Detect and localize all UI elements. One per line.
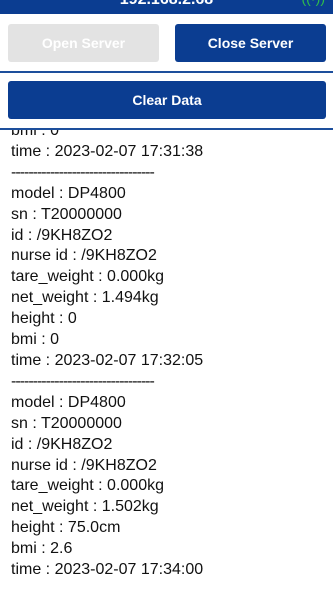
log-line: nurse id : /9KH8ZO2 bbox=[11, 247, 157, 265]
open-server-button[interactable]: Open Server bbox=[8, 24, 159, 62]
clear-data-button[interactable]: Clear Data bbox=[8, 81, 326, 119]
divider bbox=[0, 71, 333, 73]
log-line: bmi : 0 bbox=[11, 331, 60, 349]
log-line: height : 0 bbox=[11, 310, 77, 328]
log-line: tare_weight : 0.000kg bbox=[11, 268, 164, 286]
server-ip-address: 192.168.2.68 bbox=[0, 0, 333, 9]
log-line: time : 2023-02-07 17:32:05 bbox=[11, 351, 204, 369]
log-line: bmi : 0 bbox=[11, 130, 60, 139]
log-line: net_weight : 1.502kg bbox=[11, 498, 159, 516]
log-line: id : /9KH8ZO2 bbox=[11, 435, 113, 453]
log-separator: --------------------------------- bbox=[11, 163, 155, 181]
server-status-bar: 192.168.2.68 ((•)) bbox=[0, 0, 333, 14]
log-line: tare_weight : 0.000kg bbox=[11, 477, 164, 495]
log-line: time : 2023-02-07 17:31:38 bbox=[11, 142, 204, 160]
close-server-button[interactable]: Close Server bbox=[175, 24, 326, 62]
app-screen: 192.168.2.68 ((•)) Open Server Close Ser… bbox=[0, 0, 333, 592]
log-separator: --------------------------------- bbox=[11, 372, 155, 390]
log-line: id : /9KH8ZO2 bbox=[11, 226, 113, 244]
data-log: bmi : 0 time : 2023-02-07 17:31:38 -------… bbox=[11, 130, 329, 581]
log-line: nurse id : /9KH8ZO2 bbox=[11, 456, 157, 474]
log-line: bmi : 2.6 bbox=[11, 540, 73, 558]
log-line: time : 2023-02-07 17:34:00 bbox=[11, 561, 204, 579]
log-line: model : DP4800 bbox=[11, 184, 126, 202]
log-line: sn : T20000000 bbox=[11, 205, 122, 223]
signal-waves-icon: ((•)) bbox=[301, 0, 325, 6]
log-line: net_weight : 1.494kg bbox=[11, 289, 159, 307]
log-line: model : DP4800 bbox=[11, 393, 126, 411]
log-line: height : 75.0cm bbox=[11, 519, 121, 537]
data-log-scroll-area[interactable]: bmi : 0 time : 2023-02-07 17:31:38 -------… bbox=[0, 130, 333, 592]
log-line: sn : T20000000 bbox=[11, 414, 122, 432]
